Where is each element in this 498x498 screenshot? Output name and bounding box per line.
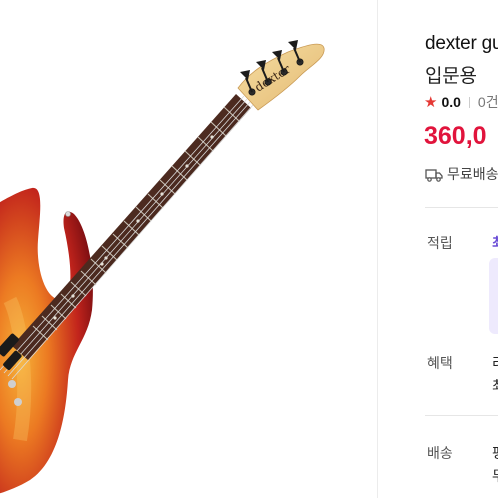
points-value[interactable]: 최 [492,233,498,253]
bass-guitar-image: dexter [0,40,325,494]
delivery-label: 배송 [427,445,453,461]
rating-separator [468,97,470,108]
benefits-value-1: 리 [492,353,498,373]
review-count[interactable]: 0건 [478,94,498,110]
product-subtitle: 입문용 [425,66,477,87]
product-info-panel: dexter gu 입문용 ★0.00건 360,0 무료배송 적립 최 혜택 … [378,0,498,498]
delivery-value-2: 무 [492,466,498,486]
rating-row[interactable]: ★ 0.0 0건 [424,92,498,112]
section-divider [425,415,498,416]
section-divider [425,207,498,208]
promo-banner[interactable] [489,258,498,334]
truck-icon [425,168,443,185]
benefits-value-2: 최 [492,376,498,396]
delivery-value-1: 평 [492,443,498,463]
star-icon: ★ [424,94,438,111]
shipping-info: 무료배송 [425,164,498,185]
product-image[interactable]: dexter [0,0,378,498]
price: 360,0 [424,122,487,150]
shipping-text: 무료배송 [447,166,498,182]
benefits-label: 혜택 [427,355,453,371]
points-label: 적립 [427,235,453,251]
product-title: dexter gu [425,33,498,54]
rating-score: 0.0 [441,94,461,110]
fretboard [12,94,251,360]
